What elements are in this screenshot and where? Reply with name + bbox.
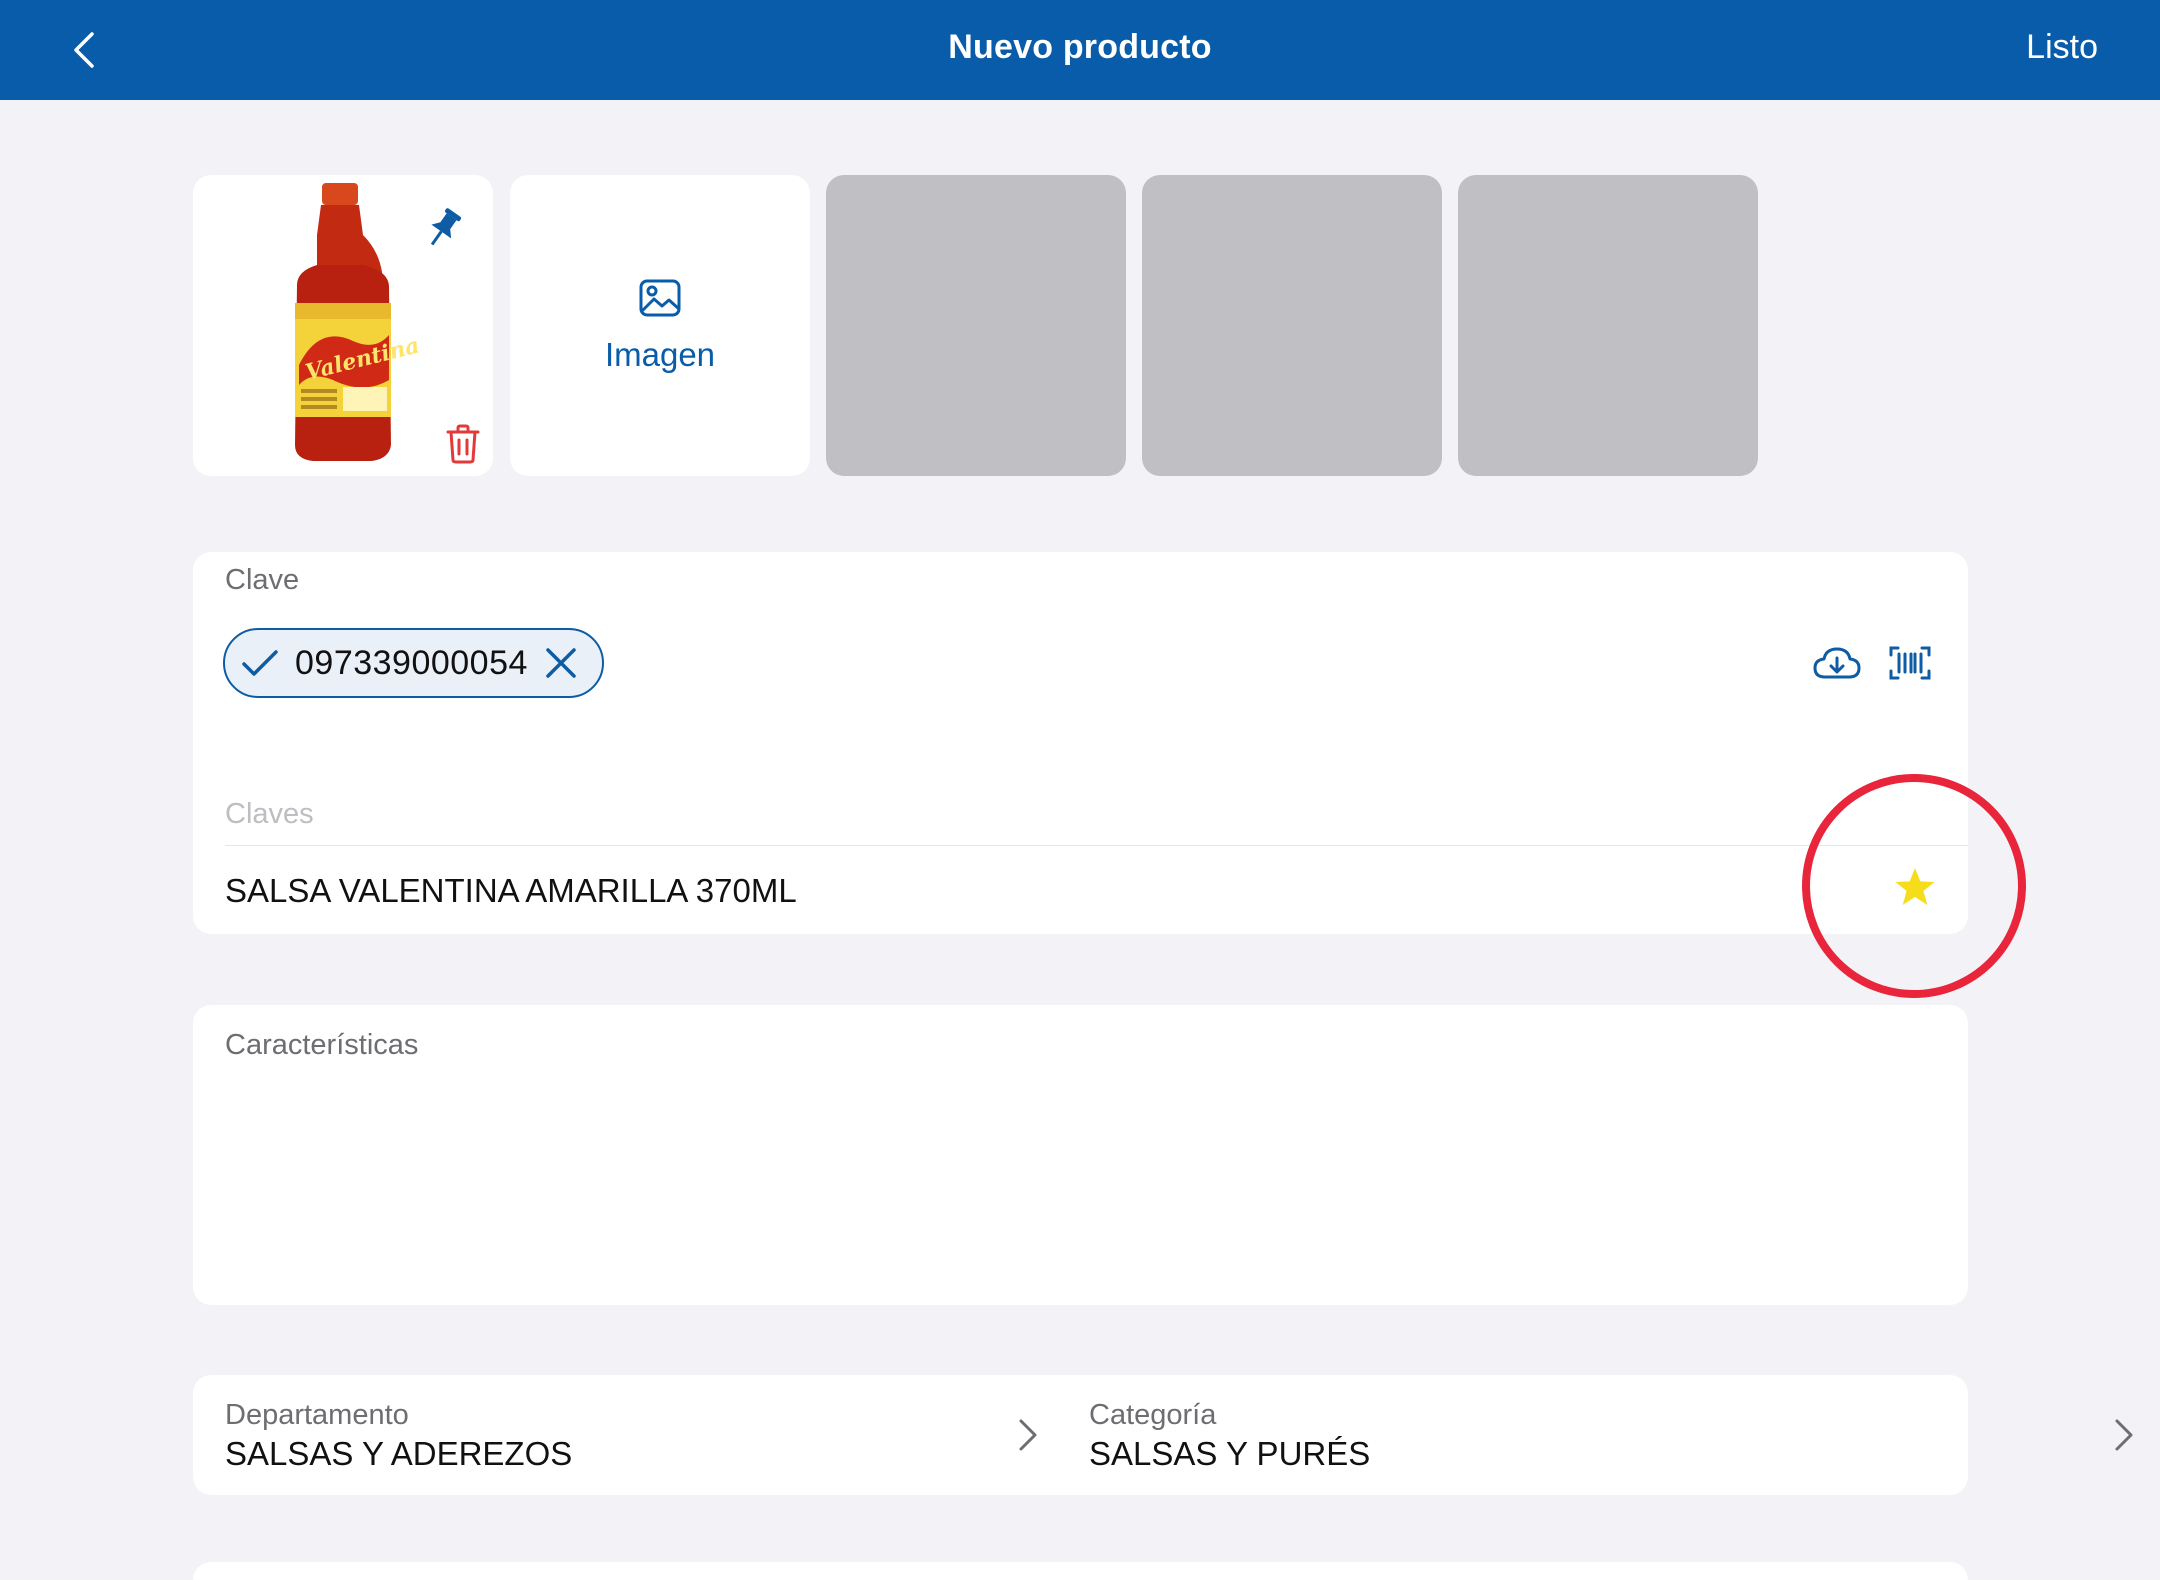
divider — [225, 845, 1968, 846]
image-icon — [639, 279, 681, 316]
chevron-right-icon — [2115, 1419, 2133, 1451]
image-placeholder — [1458, 175, 1758, 476]
barcode-icon — [1889, 646, 1931, 680]
cloud-download-icon — [1813, 647, 1861, 679]
category-value: SALSAS Y PURÉS — [1089, 1435, 1371, 1472]
department-selector[interactable]: Departamento SALSAS Y ADEREZOS — [193, 1375, 1063, 1495]
department-value: SALSAS Y ADEREZOS — [225, 1435, 573, 1472]
code-chip[interactable]: 097339000054 — [223, 628, 604, 698]
done-button[interactable]: Listo — [2026, 28, 2098, 67]
cloud-download-button[interactable] — [1810, 636, 1864, 690]
product-name[interactable]: SALSA VALENTINA AMARILLA 370ML — [225, 872, 797, 910]
remove-code-button[interactable] — [544, 646, 578, 680]
delete-image-button[interactable] — [433, 412, 493, 476]
nav-bar: Nuevo producto Listo — [0, 0, 2160, 100]
highlight-circle — [1802, 774, 2026, 998]
code-chip-value: 097339000054 — [295, 643, 528, 682]
next-card — [193, 1562, 1968, 1580]
chevron-right-icon — [1019, 1419, 1037, 1451]
classification-card: Departamento SALSAS Y ADEREZOS Categoría… — [193, 1375, 2133, 1495]
category-label: Categoría — [1089, 1399, 1217, 1431]
image-placeholder — [1142, 175, 1442, 476]
add-image-label: Imagen — [604, 335, 716, 373]
category-selector[interactable]: Categoría SALSAS Y PURÉS — [1057, 1375, 2133, 1495]
product-photo-tile[interactable]: Valentina — [193, 175, 493, 476]
close-icon — [546, 648, 576, 678]
trash-icon — [446, 424, 480, 464]
barcode-scan-button[interactable] — [1883, 636, 1937, 690]
codes-card: Clave 097339000054 Claves SALSA VALENTIN… — [193, 552, 1968, 934]
add-image-button[interactable]: Imagen — [510, 175, 810, 476]
features-card[interactable]: Características — [193, 1005, 1968, 1305]
page-title: Nuevo producto — [948, 28, 1212, 66]
claves-label: Claves — [225, 798, 314, 830]
department-label: Departamento — [225, 1399, 409, 1431]
clave-label: Clave — [225, 564, 300, 596]
features-label: Características — [225, 1029, 419, 1061]
checkmark-icon — [242, 650, 278, 676]
image-placeholder — [826, 175, 1126, 476]
pin-icon[interactable] — [421, 205, 465, 253]
